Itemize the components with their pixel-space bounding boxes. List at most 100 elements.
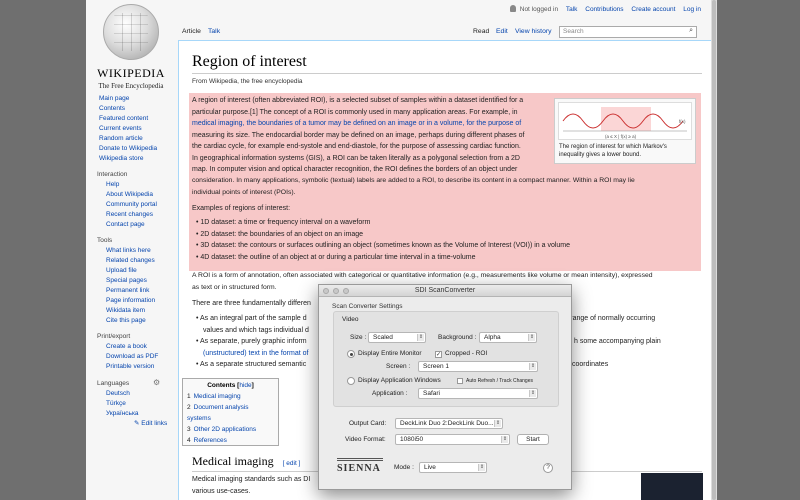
create-account-link[interactable]: Create account bbox=[631, 6, 675, 13]
sidebar-item-page-info[interactable]: Page information bbox=[86, 296, 176, 306]
sdi-scanconverter-window: SDI ScanConverter Scan Converter Setting… bbox=[318, 284, 572, 490]
size-select[interactable]: Scaled ⇕ bbox=[368, 332, 426, 343]
medical-image-thumb[interactable] bbox=[641, 473, 703, 500]
sidebar-item-store[interactable]: Wikipedia store bbox=[86, 154, 176, 164]
list-item: • As a separate structured semantic bbox=[196, 361, 307, 368]
intro-paragraph-a: A region of interest (often abbreviated … bbox=[192, 95, 552, 176]
sidebar-item-recent-changes[interactable]: Recent changes bbox=[86, 210, 176, 220]
list-item: • 2D dataset: the boundaries of an objec… bbox=[196, 230, 364, 238]
sidebar-item-contact[interactable]: Contact page bbox=[86, 220, 176, 230]
ways-right-fragment: h some accompanying plain bbox=[574, 338, 661, 345]
sidebar-item-related-changes[interactable]: Related changes bbox=[86, 256, 176, 266]
close-button[interactable] bbox=[323, 288, 329, 294]
sidebar-item-help[interactable]: Help bbox=[86, 180, 176, 190]
sidebar-item-random[interactable]: Random article bbox=[86, 134, 176, 144]
sidebar-item-main-page[interactable]: Main page bbox=[86, 94, 176, 104]
wikipedia-logo[interactable]: WIKIPEDIA The Free Encyclopedia bbox=[96, 4, 166, 90]
toc-title: Contents [hide] bbox=[207, 382, 254, 389]
video-format-select[interactable]: 1080i50 ⇕ bbox=[395, 434, 510, 445]
three-ways-intro: There are three fundamentally differen bbox=[192, 300, 311, 307]
not-logged-in: Not logged in bbox=[519, 6, 559, 13]
thumbnail[interactable]: (a ≤ X | f(x) ≥ a) f(x) The region of in… bbox=[554, 98, 696, 164]
section-title: Medical imaging bbox=[192, 454, 274, 468]
tab-talk[interactable]: Talk bbox=[208, 26, 220, 37]
sidebar-item-featured[interactable]: Featured content bbox=[86, 114, 176, 124]
gear-icon[interactable]: ⚙ bbox=[153, 378, 160, 388]
page-title: Region of interest bbox=[192, 53, 307, 70]
help-button[interactable]: ? bbox=[543, 463, 553, 473]
search-placeholder: Search bbox=[563, 28, 584, 35]
sidebar-item-wikidata[interactable]: Wikidata item bbox=[86, 306, 176, 316]
sidebar-item-cite[interactable]: Cite this page bbox=[86, 316, 176, 326]
title-divider bbox=[192, 73, 702, 74]
screen-label: Screen : bbox=[386, 363, 411, 370]
sidebar-item-what-links[interactable]: What links here bbox=[86, 246, 176, 256]
intro-line: consideration. In many applications, sym… bbox=[192, 177, 635, 184]
sidebar-item-special-pages[interactable]: Special pages bbox=[86, 276, 176, 286]
logo-wordmark: WIKIPEDIA bbox=[97, 66, 165, 80]
examples-list: • 1D dataset: a time or frequency interv… bbox=[196, 217, 701, 263]
application-select[interactable]: Safari ⇕ bbox=[418, 388, 538, 399]
screen-select[interactable]: Screen 1 ⇕ bbox=[418, 361, 538, 372]
sidebar-item-printable[interactable]: Printable version bbox=[86, 362, 176, 372]
sidebar-item-create-book[interactable]: Create a book bbox=[86, 342, 176, 352]
intro-line: medical imaging, the boundaries of a tum… bbox=[192, 120, 522, 127]
minimize-button[interactable] bbox=[333, 288, 339, 294]
mode-select[interactable]: Live ⇕ bbox=[419, 462, 487, 473]
toc-item[interactable]: 2 Document analysis systems bbox=[187, 402, 274, 424]
auto-refresh-checkbox[interactable] bbox=[457, 378, 463, 384]
intro-line: A region of interest (often abbreviated … bbox=[192, 97, 524, 104]
intro-line: particular purpose.[1] The concept of a … bbox=[192, 108, 518, 116]
tab-read[interactable]: Read bbox=[473, 26, 489, 37]
section-edit-link[interactable]: [ edit ] bbox=[283, 460, 301, 467]
list-item: • 4D dataset: the outline of an object a… bbox=[196, 253, 476, 261]
list-item: • As an integral part of the sample d bbox=[196, 315, 307, 322]
tab-view-history[interactable]: View history bbox=[515, 26, 552, 37]
cropped-roi-checkbox[interactable]: ✓ bbox=[435, 351, 442, 358]
zoom-button[interactable] bbox=[343, 288, 349, 294]
sidebar-item-download-pdf[interactable]: Download as PDF bbox=[86, 352, 176, 362]
edit-links-link[interactable]: ✎ Edit links bbox=[86, 419, 176, 429]
chevron-updown-icon: ⇕ bbox=[417, 334, 424, 341]
intro-paragraph-b: consideration. In many applications, sym… bbox=[192, 175, 702, 198]
thumb-fx-label: f(x) bbox=[679, 119, 686, 124]
background-select[interactable]: Alpha ⇕ bbox=[479, 332, 537, 343]
sidebar-item-donate[interactable]: Donate to Wikipedia bbox=[86, 144, 176, 154]
entire-monitor-radio[interactable] bbox=[347, 350, 355, 358]
sidebar-item-lang-deutsch[interactable]: Deutsch bbox=[86, 389, 176, 399]
start-button[interactable]: Start bbox=[517, 434, 549, 445]
sidebar-item-lang-turkce[interactable]: Türkçe bbox=[86, 399, 176, 409]
sidebar: Main page Contents Featured content Curr… bbox=[86, 94, 176, 429]
window-titlebar[interactable]: SDI ScanConverter bbox=[319, 285, 571, 297]
search-input[interactable]: Search ⌕ bbox=[559, 26, 697, 38]
toc-item[interactable]: 4 References bbox=[187, 435, 274, 446]
login-link[interactable]: Log in bbox=[683, 6, 701, 13]
sidebar-item-upload[interactable]: Upload file bbox=[86, 266, 176, 276]
toc-item[interactable]: 1 Medical imaging bbox=[187, 391, 274, 402]
contributions-link[interactable]: Contributions bbox=[585, 6, 623, 13]
sidebar-item-contents[interactable]: Contents bbox=[86, 104, 176, 114]
intro-line: In geographical information systems (GIS… bbox=[192, 154, 520, 162]
sidebar-item-permanent-link[interactable]: Permanent link bbox=[86, 286, 176, 296]
sidebar-item-community[interactable]: Community portal bbox=[86, 200, 176, 210]
waveform-graph: (a ≤ X | f(x) ≥ a) f(x) bbox=[562, 107, 687, 139]
talk-link[interactable]: Talk bbox=[566, 6, 578, 13]
sidebar-item-current-events[interactable]: Current events bbox=[86, 124, 176, 134]
sidebar-item-lang-ukrainian[interactable]: Українська bbox=[86, 409, 176, 419]
chevron-updown-icon: ⇕ bbox=[478, 464, 485, 471]
tab-article[interactable]: Article bbox=[182, 26, 201, 37]
scrollbar-thumb[interactable] bbox=[712, 0, 716, 500]
app-windows-radio[interactable] bbox=[347, 377, 355, 385]
video-format-label: Video Format: bbox=[345, 436, 386, 443]
tab-edit[interactable]: Edit bbox=[496, 26, 508, 37]
ways-right-fragment: coordinates bbox=[572, 361, 609, 368]
search-icon[interactable]: ⌕ bbox=[689, 27, 693, 35]
chevron-updown-icon: ⇕ bbox=[501, 436, 508, 443]
toc-item[interactable]: 3 Other 2D applications bbox=[187, 424, 274, 435]
logo-tagline: The Free Encyclopedia bbox=[98, 82, 164, 90]
cropped-roi-label: Cropped - ROI bbox=[445, 350, 488, 357]
toc-hide-link[interactable]: hide bbox=[239, 382, 251, 389]
auto-refresh-label: Auto Refresh / Track Changes bbox=[466, 378, 533, 384]
sidebar-item-about[interactable]: About Wikipedia bbox=[86, 190, 176, 200]
output-card-select[interactable]: DeckLink Duo 2:DeckLink Duo... ⇕ bbox=[395, 418, 503, 429]
